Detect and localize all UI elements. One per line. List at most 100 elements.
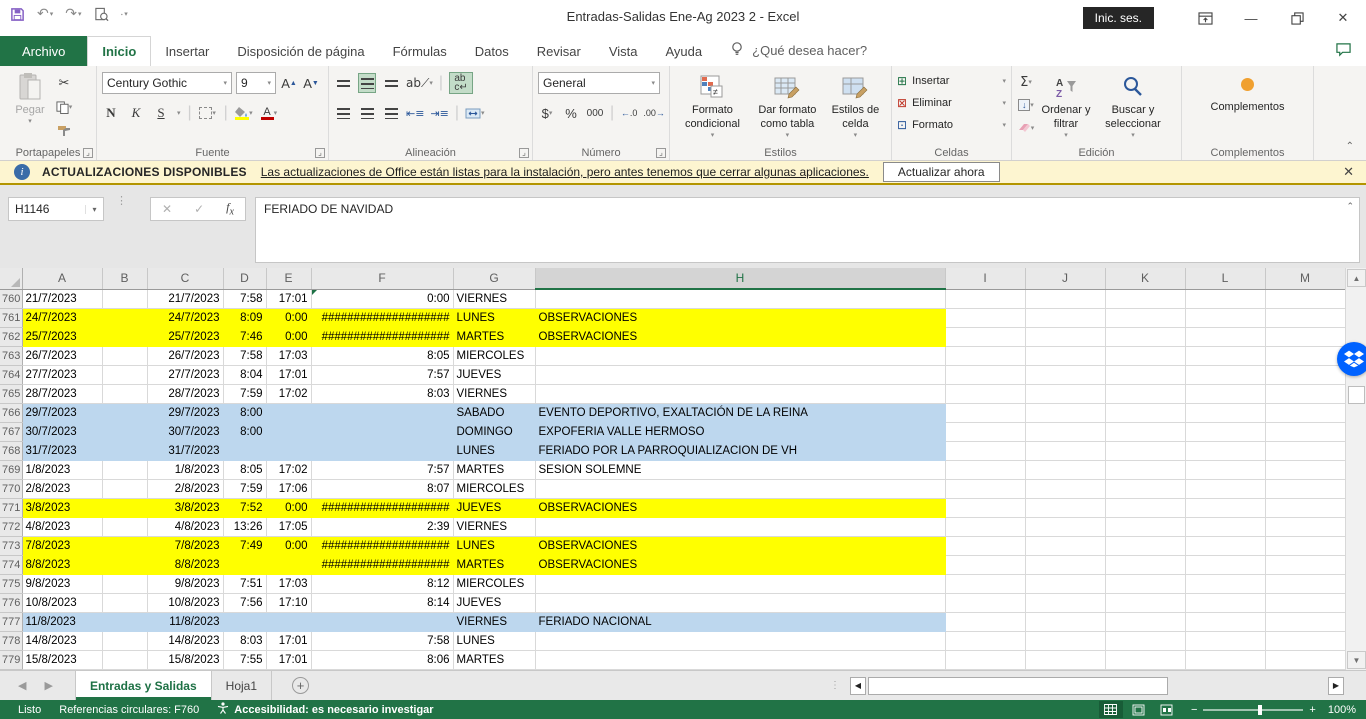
cell-E765[interactable]: 17:02 bbox=[266, 384, 311, 403]
cell-A776[interactable]: 10/8/2023 bbox=[22, 593, 102, 612]
cell-E768[interactable] bbox=[266, 441, 311, 460]
cell-C768[interactable]: 31/7/2023 bbox=[147, 441, 223, 460]
cell-J774[interactable] bbox=[1025, 555, 1105, 574]
cell-L772[interactable] bbox=[1185, 517, 1265, 536]
cell-H778[interactable] bbox=[535, 631, 945, 650]
formula-bar-splitter[interactable]: ⋮ bbox=[116, 199, 127, 204]
cell-F767[interactable] bbox=[311, 422, 453, 441]
cell-E771[interactable]: 0:00 bbox=[266, 498, 311, 517]
cell-A768[interactable]: 31/7/2023 bbox=[22, 441, 102, 460]
notification-link[interactable]: Las actualizaciones de Office están list… bbox=[261, 165, 869, 179]
vertical-scroll-thumb[interactable] bbox=[1348, 386, 1365, 404]
cell-J776[interactable] bbox=[1025, 593, 1105, 612]
paste-button[interactable]: Pegar ▾ bbox=[5, 70, 55, 141]
accessibility-status[interactable]: Accesibilidad: es necesario investigar bbox=[217, 702, 433, 717]
cell-C763[interactable]: 26/7/2023 bbox=[147, 346, 223, 365]
vertical-scrollbar[interactable]: ▲ ▼ bbox=[1345, 268, 1366, 670]
cell-C767[interactable]: 30/7/2023 bbox=[147, 422, 223, 441]
tab-inicio[interactable]: Inicio bbox=[87, 36, 151, 66]
cell-F768[interactable] bbox=[311, 441, 453, 460]
cell-J773[interactable] bbox=[1025, 536, 1105, 555]
cell-D766[interactable]: 8:00 bbox=[223, 403, 266, 422]
cell-I779[interactable] bbox=[945, 650, 1025, 669]
cell-C762[interactable]: 25/7/2023 bbox=[147, 327, 223, 346]
cell-E767[interactable] bbox=[266, 422, 311, 441]
cell-F770[interactable]: 8:07 bbox=[311, 479, 453, 498]
cell-B760[interactable] bbox=[102, 289, 147, 308]
cell-I773[interactable] bbox=[945, 536, 1025, 555]
cell-M777[interactable] bbox=[1265, 612, 1345, 631]
cell-J764[interactable] bbox=[1025, 365, 1105, 384]
circular-references-status[interactable]: Referencias circulares: F760 bbox=[59, 704, 199, 716]
column-header-d[interactable]: D bbox=[223, 268, 266, 289]
cell-B773[interactable] bbox=[102, 536, 147, 555]
cell-J771[interactable] bbox=[1025, 498, 1105, 517]
cell-K761[interactable] bbox=[1105, 308, 1185, 327]
cell-A774[interactable]: 8/8/2023 bbox=[22, 555, 102, 574]
row-header-769[interactable]: 769 bbox=[0, 460, 22, 479]
cell-F773[interactable]: #################### bbox=[311, 536, 453, 555]
cell-C776[interactable]: 10/8/2023 bbox=[147, 593, 223, 612]
cell-M772[interactable] bbox=[1265, 517, 1345, 536]
cell-I772[interactable] bbox=[945, 517, 1025, 536]
hscroll-splitter[interactable]: ⋮ bbox=[830, 684, 840, 688]
align-middle-icon[interactable] bbox=[358, 73, 376, 93]
comments-icon[interactable] bbox=[1335, 42, 1352, 62]
cell-M770[interactable] bbox=[1265, 479, 1345, 498]
update-now-button[interactable]: Actualizar ahora bbox=[883, 162, 1000, 182]
cell-L778[interactable] bbox=[1185, 631, 1265, 650]
cell-G775[interactable]: MIERCOLES bbox=[453, 574, 535, 593]
cell-H769[interactable]: SESION SOLEMNE bbox=[535, 460, 945, 479]
cell-I760[interactable] bbox=[945, 289, 1025, 308]
name-box-dropdown-icon[interactable]: ▾ bbox=[85, 205, 103, 214]
percent-icon[interactable]: % bbox=[562, 103, 580, 123]
cell-J769[interactable] bbox=[1025, 460, 1105, 479]
cell-D776[interactable]: 7:56 bbox=[223, 593, 266, 612]
cell-I770[interactable] bbox=[945, 479, 1025, 498]
cell-F772[interactable]: 2:39 bbox=[311, 517, 453, 536]
row-header-763[interactable]: 763 bbox=[0, 346, 22, 365]
cell-K774[interactable] bbox=[1105, 555, 1185, 574]
cell-E773[interactable]: 0:00 bbox=[266, 536, 311, 555]
sheet-tab-entradas-y-salidas[interactable]: Entradas y Salidas bbox=[75, 671, 212, 700]
cell-B772[interactable] bbox=[102, 517, 147, 536]
cell-H774[interactable]: OBSERVACIONES bbox=[535, 555, 945, 574]
row-header-766[interactable]: 766 bbox=[0, 403, 22, 422]
cell-M766[interactable] bbox=[1265, 403, 1345, 422]
cell-H763[interactable] bbox=[535, 346, 945, 365]
delete-cells-button[interactable]: ⊠ Eliminar ▾ bbox=[897, 92, 1006, 114]
cell-E778[interactable]: 17:01 bbox=[266, 631, 311, 650]
cell-F779[interactable]: 8:06 bbox=[311, 650, 453, 669]
cell-A764[interactable]: 27/7/2023 bbox=[22, 365, 102, 384]
cell-C765[interactable]: 28/7/2023 bbox=[147, 384, 223, 403]
grow-font-icon[interactable]: A▲ bbox=[280, 73, 298, 93]
cell-G764[interactable]: JUEVES bbox=[453, 365, 535, 384]
cell-I767[interactable] bbox=[945, 422, 1025, 441]
cell-B763[interactable] bbox=[102, 346, 147, 365]
cell-G765[interactable]: VIERNES bbox=[453, 384, 535, 403]
cell-G770[interactable]: MIERCOLES bbox=[453, 479, 535, 498]
column-header-h[interactable]: H bbox=[535, 268, 945, 289]
cell-L763[interactable] bbox=[1185, 346, 1265, 365]
cell-G767[interactable]: DOMINGO bbox=[453, 422, 535, 441]
borders-icon[interactable]: ▾ bbox=[199, 103, 217, 123]
cell-E760[interactable]: 17:01 bbox=[266, 289, 311, 308]
cell-G777[interactable]: VIERNES bbox=[453, 612, 535, 631]
currency-icon[interactable]: $▾ bbox=[538, 103, 556, 123]
cell-I769[interactable] bbox=[945, 460, 1025, 479]
cell-J772[interactable] bbox=[1025, 517, 1105, 536]
cell-E762[interactable]: 0:00 bbox=[266, 327, 311, 346]
cut-icon[interactable]: ✂ bbox=[55, 73, 73, 93]
cell-I775[interactable] bbox=[945, 574, 1025, 593]
cell-I771[interactable] bbox=[945, 498, 1025, 517]
cell-F764[interactable]: 7:57 bbox=[311, 365, 453, 384]
cell-G772[interactable]: VIERNES bbox=[453, 517, 535, 536]
cell-J777[interactable] bbox=[1025, 612, 1105, 631]
cell-D773[interactable]: 7:49 bbox=[223, 536, 266, 555]
cell-L777[interactable] bbox=[1185, 612, 1265, 631]
column-header-e[interactable]: E bbox=[266, 268, 311, 289]
cell-J762[interactable] bbox=[1025, 327, 1105, 346]
cell-J768[interactable] bbox=[1025, 441, 1105, 460]
column-header-l[interactable]: L bbox=[1185, 268, 1265, 289]
cell-F776[interactable]: 8:14 bbox=[311, 593, 453, 612]
